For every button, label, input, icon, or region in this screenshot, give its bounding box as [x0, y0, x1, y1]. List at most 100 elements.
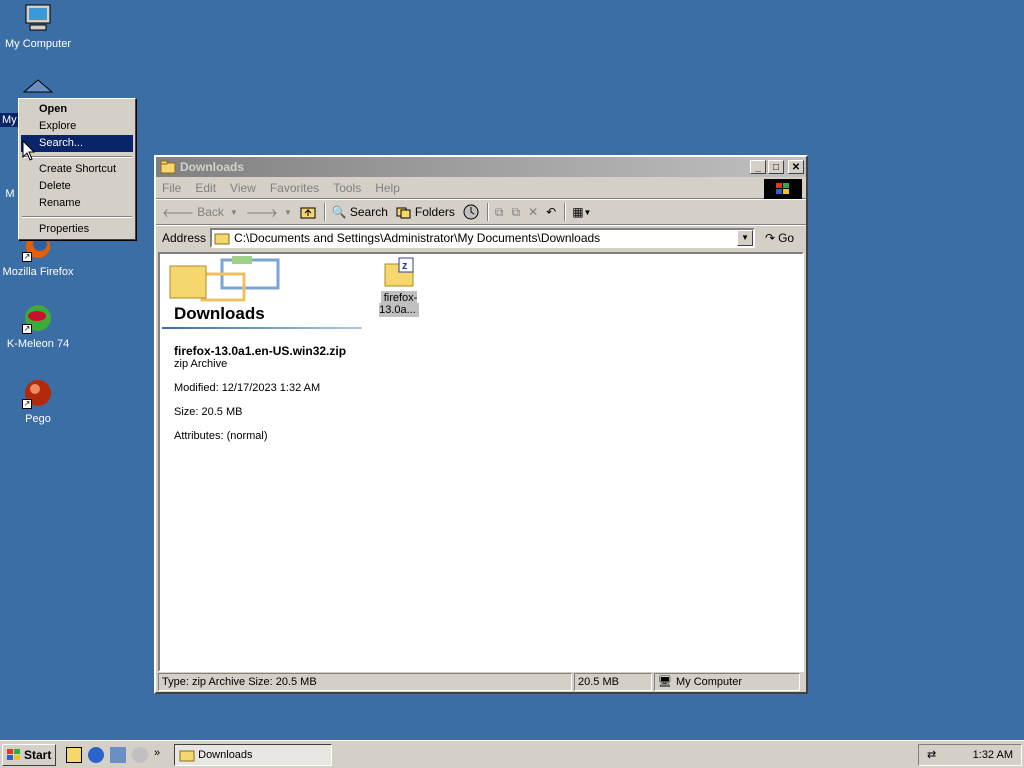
status-zone: 🖥 My Computer — [654, 673, 800, 691]
selected-file-name: firefox-13.0a1.en-US.win32.zip — [174, 344, 347, 358]
explorer-window: Downloads _ □ ✕ File Edit View Favorites… — [154, 155, 808, 694]
views-icon: ▦ — [572, 205, 584, 219]
menu-item-explore[interactable]: Explore — [21, 118, 133, 135]
menu-favorites[interactable]: Favorites — [270, 181, 319, 195]
back-button[interactable]: 🡐 Back ▼ — [162, 205, 238, 220]
selected-file-attributes: Attributes: (normal) — [174, 430, 268, 442]
folder-icon — [214, 233, 230, 244]
start-button[interactable]: Start — [2, 743, 56, 766]
window-titlebar[interactable]: Downloads _ □ ✕ — [156, 157, 806, 177]
move-to-icon: ⧉ — [494, 204, 504, 219]
menu-view[interactable]: View — [230, 181, 256, 195]
clock[interactable]: 1:32 AM — [973, 749, 1013, 761]
more-chevron-icon[interactable]: » — [154, 747, 160, 763]
delete-icon: ✕ — [528, 205, 539, 219]
k-meleon-icon: ↗ — [22, 302, 54, 334]
up-folder-button[interactable] — [300, 205, 316, 219]
copy-to-button[interactable]: ⧉ — [511, 205, 520, 220]
toolbar-separator — [323, 203, 326, 221]
folders-icon — [396, 207, 411, 219]
menu-file[interactable]: File — [162, 181, 181, 195]
system-tray: ⇄ 1:32 AM — [918, 743, 1022, 766]
chevron-down-icon: ▼ — [583, 207, 592, 217]
undo-icon: ↶ — [546, 205, 557, 219]
desktop-icon-label: Pego — [25, 413, 51, 425]
toolbar-separator — [486, 203, 489, 221]
file-details-panel: firefox-13.0a1.en-US.win32.zip zip Archi… — [174, 344, 346, 454]
desktop-icon-pego[interactable]: ↗ Pego — [0, 377, 76, 425]
menu-item-open[interactable]: Open — [21, 101, 133, 118]
chevron-down-icon: ▼ — [229, 207, 238, 217]
search-button[interactable]: 🔍 Search — [332, 205, 388, 219]
outlook-express-icon[interactable] — [110, 746, 126, 763]
menu-edit[interactable]: Edit — [195, 181, 216, 195]
chevron-down-icon: ▼ — [283, 207, 292, 217]
computer-icon: 🖥 — [658, 676, 672, 688]
network-status-icon[interactable]: ⇄ — [927, 748, 936, 761]
window-title: Downloads — [180, 160, 245, 174]
windows-logo-icon — [764, 179, 802, 199]
pego-icon: ↗ — [22, 377, 54, 409]
folders-button[interactable]: Folders — [396, 205, 455, 219]
show-desktop-icon[interactable] — [66, 746, 82, 763]
desktop-icon-label-selected: My — [0, 113, 18, 127]
history-icon — [463, 204, 479, 220]
desktop-icon-k-meleon[interactable]: ↗ K-Meleon 74 — [0, 302, 76, 350]
go-button[interactable]: ↷ Go — [765, 231, 794, 245]
address-label: Address — [162, 230, 207, 245]
desktop-icon-label: Mozilla Firefox — [2, 266, 74, 278]
mouse-cursor-icon — [22, 140, 36, 161]
menu-item-delete[interactable]: Delete — [21, 178, 133, 195]
toolbar: 🡐 Back ▼ 🡒 ▼ 🔍 Search Folders ⧉ ⧉ ✕ ↶ ▦ … — [156, 199, 806, 225]
delete-button[interactable]: ✕ — [528, 205, 538, 219]
quick-launch: » — [66, 746, 166, 763]
status-bar: Type: zip Archive Size: 20.5 MB 20.5 MB … — [158, 673, 804, 693]
address-value: C:\Documents and Settings\Administrator\… — [234, 230, 601, 245]
menu-item-properties[interactable]: Properties — [21, 221, 133, 238]
folder-header-icon — [169, 256, 280, 302]
menu-item-search[interactable]: Search... — [21, 135, 133, 152]
desktop-icon-label: K-Meleon 74 — [6, 338, 70, 350]
menu-separator — [21, 152, 133, 161]
views-button[interactable]: ▦ ▼ — [572, 205, 591, 219]
menu-item-rename[interactable]: Rename — [21, 195, 133, 212]
shortcut-arrow-icon: ↗ — [22, 399, 32, 409]
menu-item-create-shortcut[interactable]: Create Shortcut — [21, 161, 133, 178]
address-input[interactable]: C:\Documents and Settings\Administrator\… — [210, 227, 756, 248]
folder-title-underline — [162, 327, 362, 329]
folder-icon — [160, 160, 176, 174]
menu-help[interactable]: Help — [375, 181, 400, 195]
selected-file-type: zip Archive — [174, 358, 228, 370]
minimize-button[interactable]: _ — [750, 160, 766, 174]
menu-separator — [21, 212, 133, 221]
windows-logo-icon — [7, 748, 20, 760]
search-icon[interactable] — [132, 746, 148, 763]
undo-button[interactable]: ↶ — [546, 205, 556, 219]
internet-explorer-icon[interactable] — [88, 746, 104, 763]
folder-view[interactable]: Downloads firefox-13.0a1.en-US.win32.zip… — [158, 252, 804, 672]
back-arrow-icon: 🡐 — [162, 205, 195, 220]
forward-button[interactable]: 🡒 ▼ — [246, 205, 292, 220]
selected-file-size: Size: 20.5 MB — [174, 406, 243, 418]
desktop-icon-my-computer[interactable]: My Computer — [0, 2, 76, 50]
close-button[interactable]: ✕ — [788, 160, 804, 174]
status-size: 20.5 MB — [574, 673, 652, 691]
selected-file-modified: Modified: 12/17/2023 1:32 AM — [174, 382, 321, 394]
toolbar-separator — [564, 203, 567, 221]
zip-folder-icon: z — [383, 256, 415, 288]
address-dropdown-button[interactable]: ▼ — [737, 229, 754, 246]
context-menu: Open Explore Search... Create Shortcut D… — [18, 98, 136, 240]
taskbar-item-downloads[interactable]: Downloads — [174, 743, 333, 766]
address-bar: Address C:\Documents and Settings\Admini… — [156, 225, 806, 249]
svg-text:z: z — [402, 260, 408, 272]
go-arrow-icon: ↷ — [765, 230, 776, 245]
move-to-button[interactable]: ⧉ — [495, 205, 504, 220]
history-button[interactable] — [463, 204, 479, 220]
menu-tools[interactable]: Tools — [333, 181, 361, 195]
menu-bar: File Edit View Favorites Tools Help — [156, 177, 806, 199]
file-item-label: firefox-13.0a... — [379, 291, 419, 317]
file-item[interactable]: z firefox-13.0a... — [362, 256, 436, 317]
status-main: Type: zip Archive Size: 20.5 MB — [158, 673, 572, 691]
desktop-icon-label: My Computer — [4, 38, 72, 50]
maximize-button[interactable]: □ — [768, 160, 784, 174]
